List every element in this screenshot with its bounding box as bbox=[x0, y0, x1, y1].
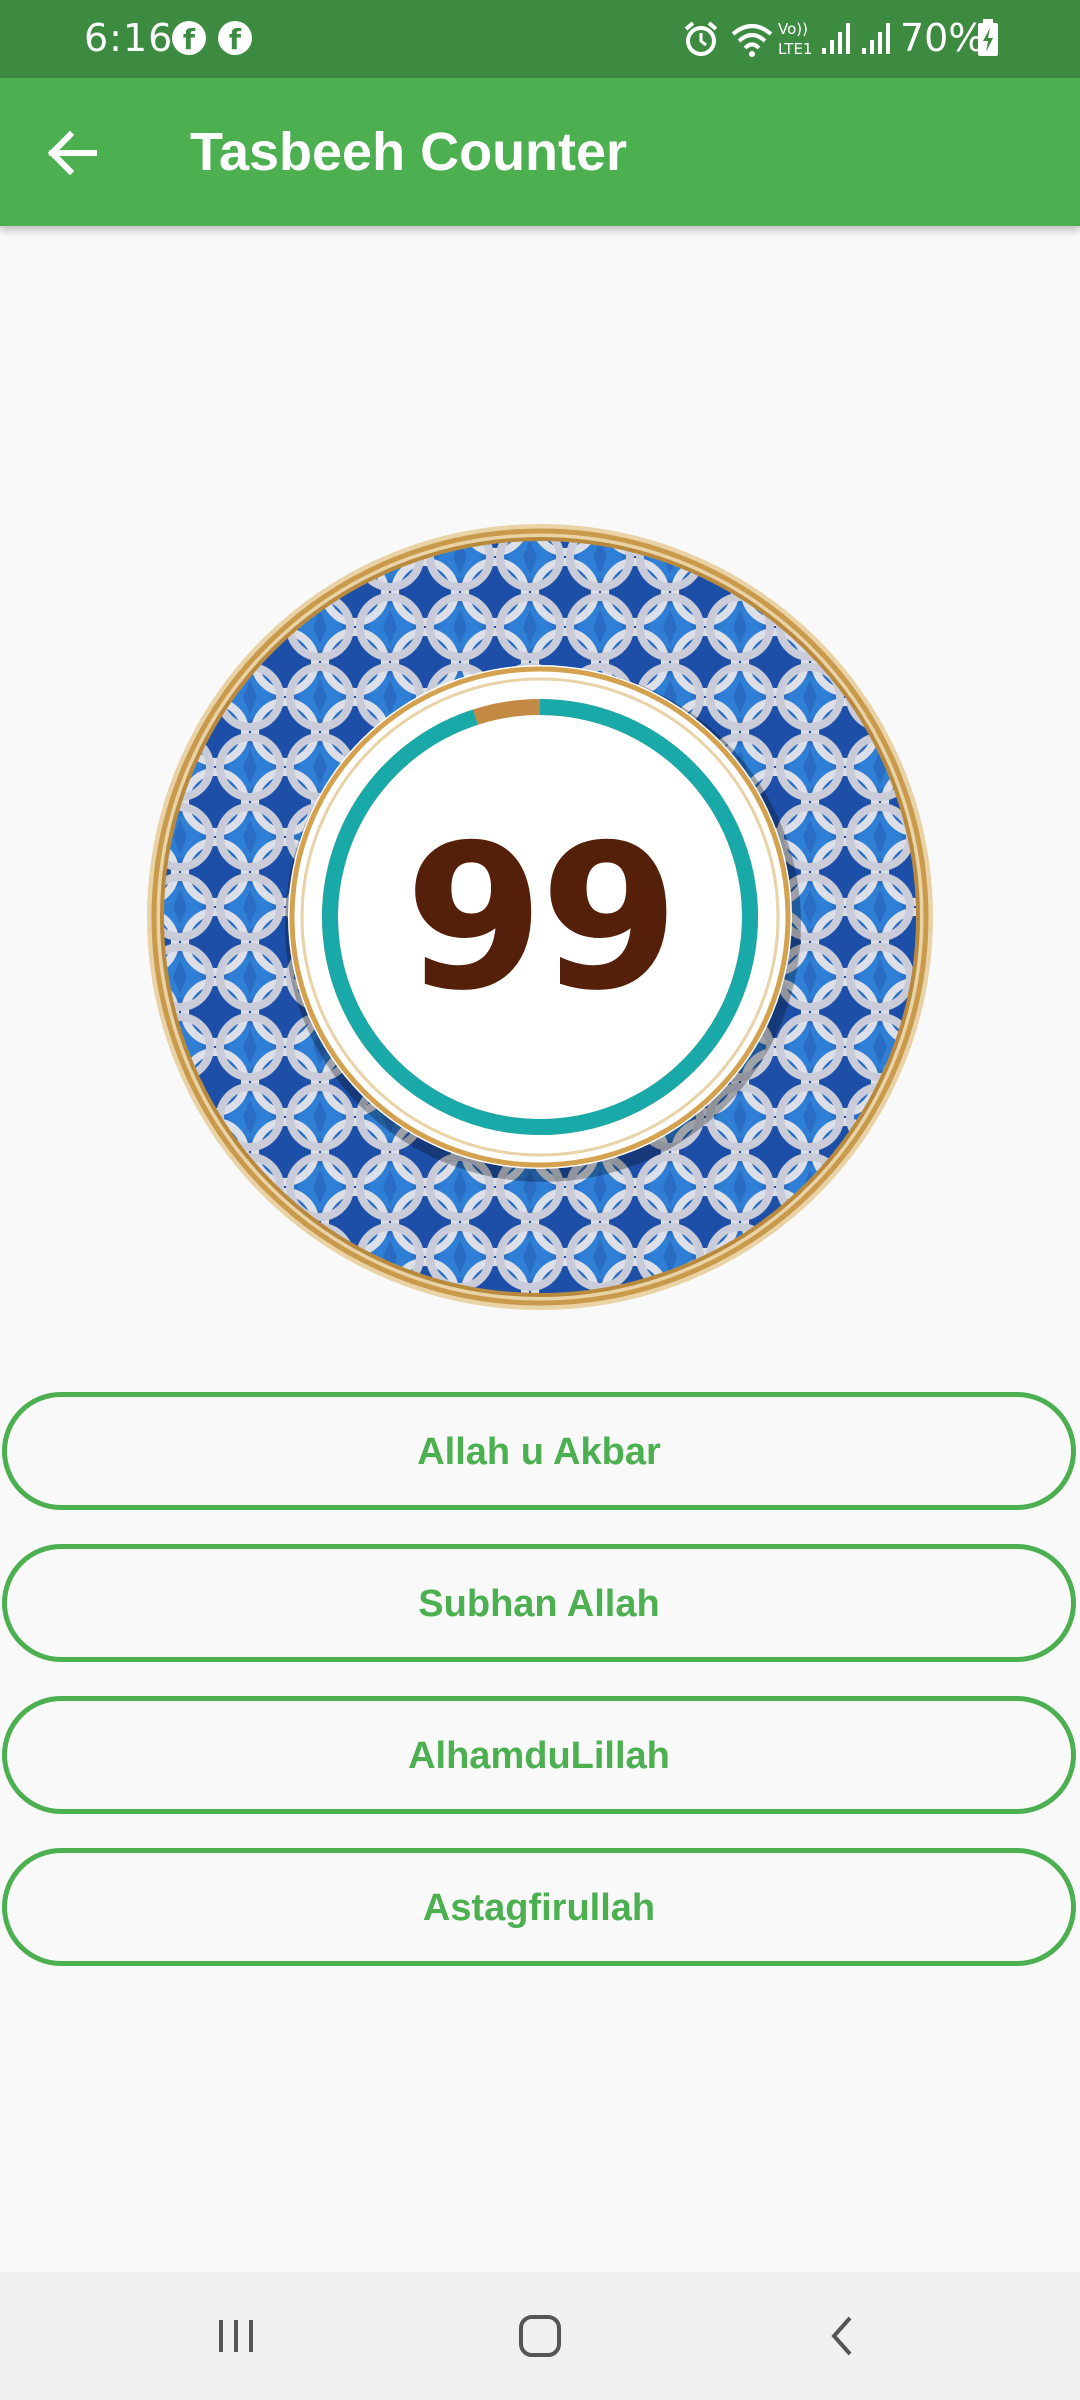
recent-apps-icon bbox=[219, 2320, 253, 2352]
facebook-icon: f bbox=[218, 21, 252, 56]
home-button[interactable] bbox=[510, 2306, 570, 2366]
counter-value: 99 bbox=[404, 802, 679, 1035]
home-icon bbox=[519, 2315, 561, 2357]
status-bar: 6:16 f f Vo)) LTE1 70% bbox=[0, 0, 1080, 78]
astagfirullah-button[interactable]: Astagfirullah bbox=[2, 1848, 1076, 1966]
back-button[interactable] bbox=[34, 118, 114, 188]
alarm-icon bbox=[684, 21, 718, 56]
counter-tap-area[interactable]: 99 bbox=[145, 522, 935, 1312]
svg-text:Vo)): Vo)) bbox=[778, 20, 808, 38]
wifi-icon bbox=[731, 24, 773, 57]
subhan-allah-button[interactable]: Subhan Allah bbox=[2, 1544, 1076, 1662]
svg-text:LTE1: LTE1 bbox=[778, 40, 812, 58]
battery-charging-icon bbox=[978, 19, 998, 56]
battery-percentage: 70% bbox=[900, 16, 985, 60]
facebook-icon: f bbox=[172, 21, 206, 56]
recent-apps-button[interactable] bbox=[206, 2306, 266, 2366]
allah-u-akbar-button[interactable]: Allah u Akbar bbox=[2, 1392, 1076, 1510]
page-title: Tasbeeh Counter bbox=[190, 122, 628, 182]
status-time: 6:16 bbox=[84, 16, 174, 60]
signal-icon bbox=[862, 23, 890, 54]
app-bar: Tasbeeh Counter bbox=[0, 78, 1080, 226]
alhamdulillah-button[interactable]: AlhamduLillah bbox=[2, 1696, 1076, 1814]
signal-icon bbox=[822, 23, 850, 54]
nav-back-button[interactable] bbox=[812, 2306, 872, 2366]
volte-lte-icon: Vo)) LTE1 bbox=[778, 20, 812, 58]
back-icon bbox=[831, 2316, 852, 2356]
system-nav-bar bbox=[0, 2272, 1080, 2400]
arrow-back-icon bbox=[47, 130, 97, 176]
